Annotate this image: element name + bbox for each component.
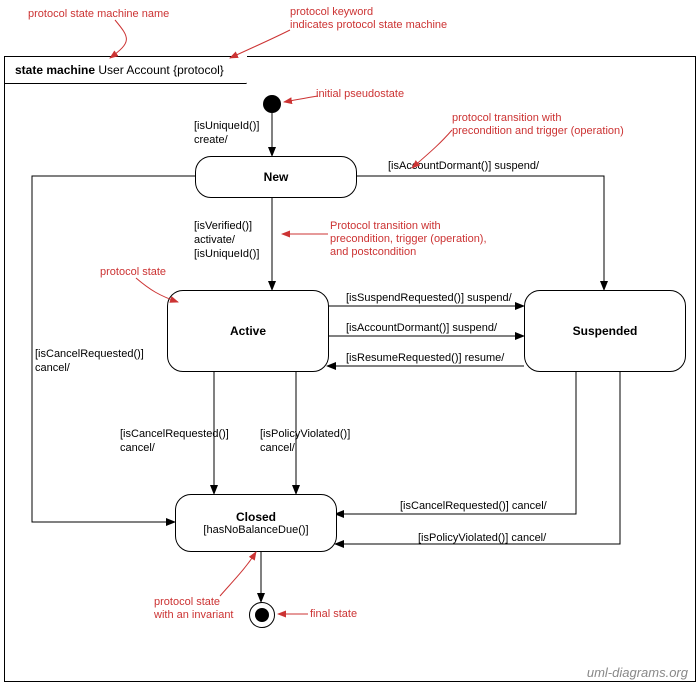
trans-active-susp2: [isAccountDormant()] suspend/ xyxy=(346,322,497,336)
annot-trans-pre-trigger: protocol transition with precondition an… xyxy=(452,112,624,138)
trans-new-closed: [isCancelRequested()] cancel/ xyxy=(35,348,144,376)
sm-title-tab: state machine User Account {protocol} xyxy=(4,56,247,84)
trans-susp-closed2: [isPolicyViolated()] cancel/ xyxy=(418,532,546,546)
state-active-label: Active xyxy=(230,324,266,338)
initial-pseudostate xyxy=(263,95,281,113)
trans-active-susp1: [isSuspendRequested()] suspend/ xyxy=(346,292,512,306)
state-active: Active xyxy=(167,290,329,372)
state-new: New xyxy=(195,156,357,198)
state-closed-label: Closed xyxy=(236,510,276,524)
state-closed-invariant: [hasNoBalanceDue()] xyxy=(203,524,308,536)
annot-sm-name: protocol state machine name xyxy=(28,8,169,21)
final-state xyxy=(249,602,275,628)
final-state-dot xyxy=(255,608,269,622)
annot-final: final state xyxy=(310,608,357,621)
trans-active-closed2: [isPolicyViolated()] cancel/ xyxy=(260,428,350,456)
trans-susp-active: [isResumeRequested()] resume/ xyxy=(346,352,504,366)
state-new-label: New xyxy=(264,170,289,184)
annot-initial: initial pseudostate xyxy=(316,88,404,101)
trans-active-closed1: [isCancelRequested()] cancel/ xyxy=(120,428,229,456)
annot-state-invariant: protocol state with an invariant xyxy=(154,596,234,622)
state-suspended: Suspended xyxy=(524,290,686,372)
annot-protocol-state: protocol state xyxy=(100,266,166,279)
trans-init-new: [isUniqueId()] create/ xyxy=(194,120,259,148)
state-suspended-label: Suspended xyxy=(573,324,638,338)
sm-protocol-keyword: {protocol} xyxy=(173,63,224,77)
watermark: uml-diagrams.org xyxy=(587,665,688,680)
annot-protocol-keyword: protocol keyword indicates protocol stat… xyxy=(290,6,447,32)
trans-new-active: [isVerified()] activate/ [isUniqueId()] xyxy=(194,220,259,261)
sm-keyword-label: state machine xyxy=(15,63,95,77)
sm-name: User Account xyxy=(98,63,169,77)
trans-susp-closed1: [isCancelRequested()] cancel/ xyxy=(400,500,547,514)
annot-trans-full: Protocol transition with precondition, t… xyxy=(330,220,487,260)
trans-new-suspended: [isAccountDormant()] suspend/ xyxy=(388,160,539,174)
state-closed: Closed [hasNoBalanceDue()] xyxy=(175,494,337,552)
